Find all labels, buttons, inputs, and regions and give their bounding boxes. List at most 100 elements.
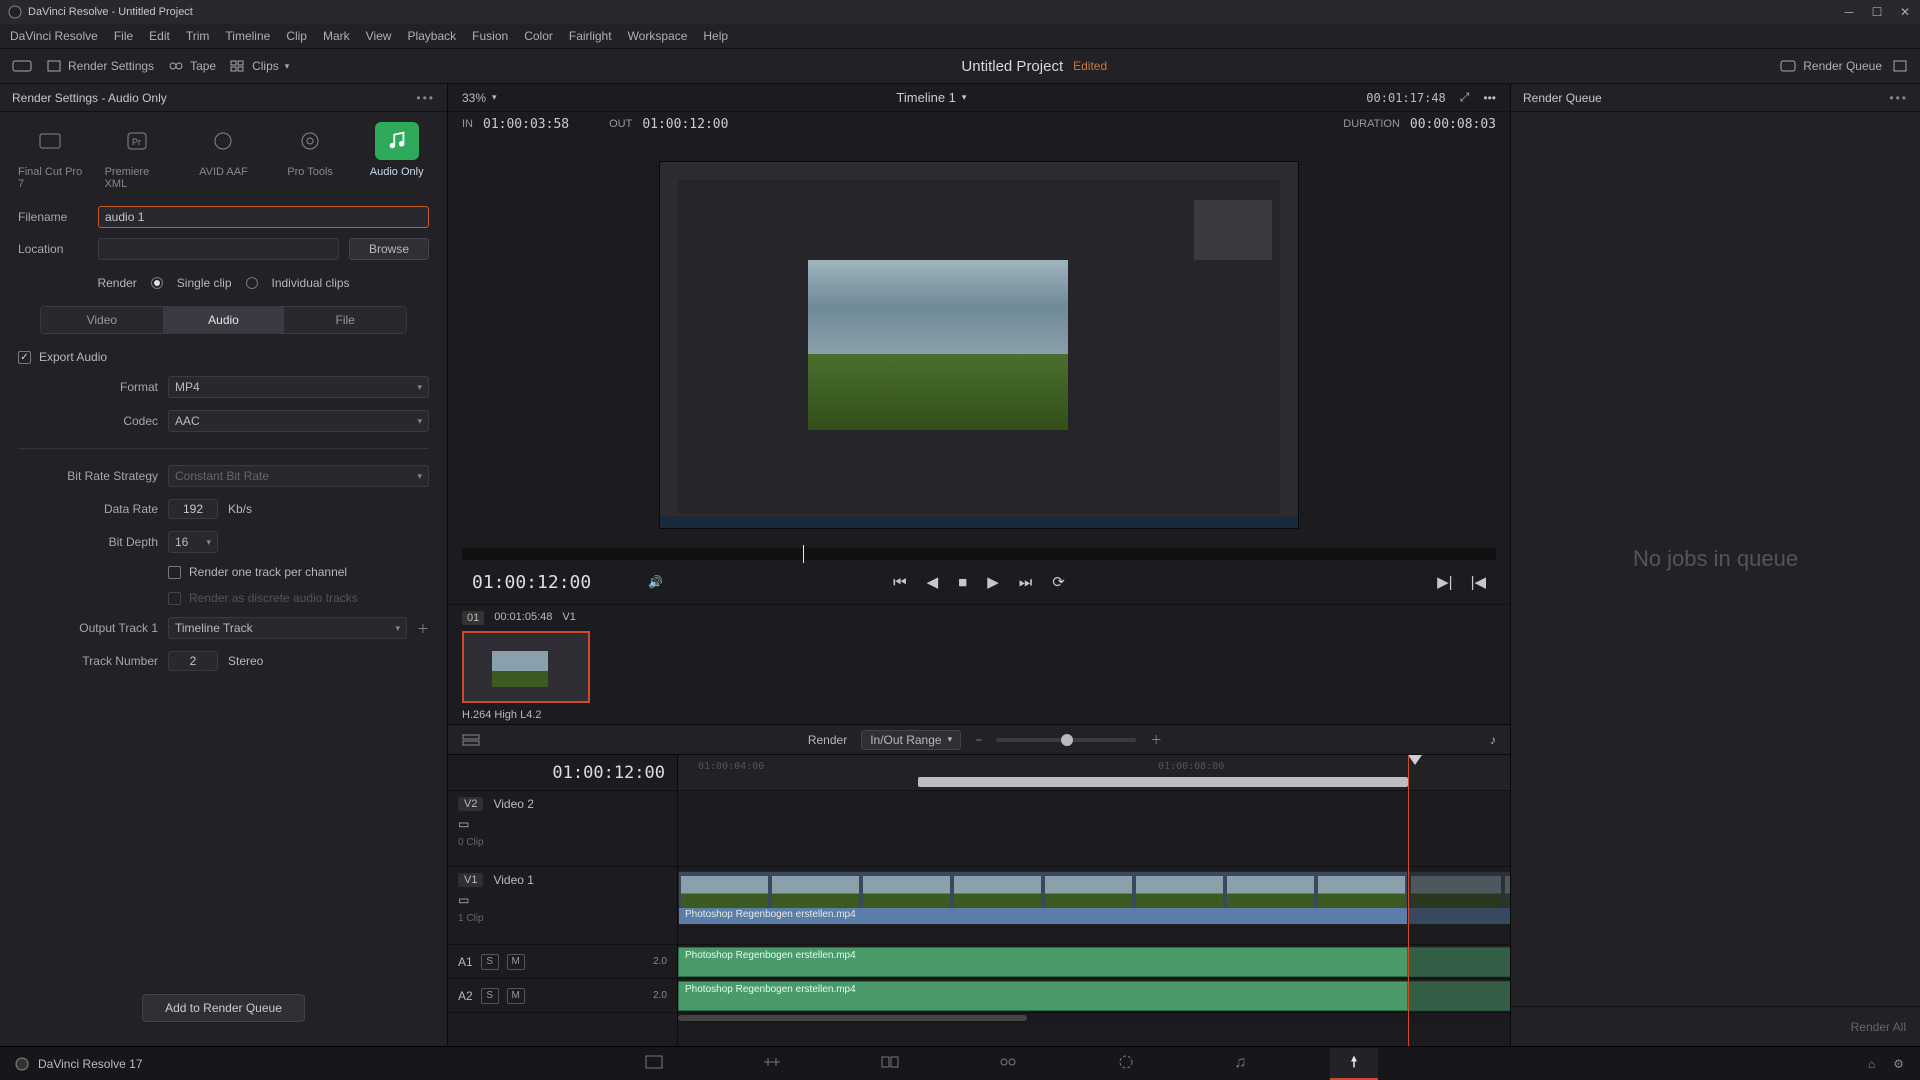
tape-button[interactable]: Tape (168, 59, 216, 73)
music-note-icon[interactable]: ♪ (1490, 733, 1496, 747)
menu-davinci[interactable]: DaVinci Resolve (10, 29, 98, 43)
track-lane-a1[interactable]: Photoshop Regenbogen erstellen.mp4 (678, 945, 1510, 979)
track-header-a1[interactable]: A1 S M 2.0 (448, 945, 677, 979)
video-clip[interactable]: Photoshop Regenbogen erstellen.mp4 (678, 871, 1408, 925)
stop-button[interactable]: ■ (958, 574, 967, 591)
zoom-in-icon[interactable]: ＋ (1150, 731, 1162, 748)
one-track-checkbox[interactable] (168, 566, 181, 579)
audio-clip-a1[interactable]: Photoshop Regenbogen erstellen.mp4 (678, 947, 1408, 977)
page-edit-icon[interactable] (866, 1048, 914, 1080)
menu-fairlight[interactable]: Fairlight (569, 29, 612, 43)
track-display-icon[interactable]: ▭ (458, 893, 667, 907)
speaker-icon[interactable]: 🔊 (648, 575, 663, 589)
viewer-scrubber[interactable] (462, 548, 1496, 560)
add-track-icon[interactable]: ＋ (417, 620, 429, 637)
clip-thumbnail[interactable] (462, 631, 590, 703)
menu-mark[interactable]: Mark (323, 29, 350, 43)
clips-button[interactable]: Clips ▾ (230, 59, 289, 73)
viewer-frame[interactable] (659, 161, 1299, 529)
single-clip-radio[interactable] (151, 277, 163, 289)
menu-fusion[interactable]: Fusion (472, 29, 508, 43)
preset-audioonly[interactable]: Audio Only (364, 122, 429, 190)
mute-button[interactable]: M (507, 988, 525, 1004)
first-frame-button[interactable]: ⏮ (893, 574, 907, 591)
timeline-view-icon[interactable] (462, 733, 480, 747)
prev-frame-button[interactable]: ◀ (927, 573, 939, 591)
preset-finalcut[interactable]: Final Cut Pro 7 (18, 122, 83, 190)
mute-button[interactable]: M (507, 954, 525, 970)
project-settings-icon[interactable]: ⚙ (1893, 1057, 1904, 1071)
tab-audio[interactable]: Audio (163, 307, 285, 333)
browse-button[interactable]: Browse (349, 238, 429, 260)
window-minimize-button[interactable]: ─ (1842, 5, 1856, 19)
zoom-dropdown[interactable]: 33%▾ (462, 91, 497, 105)
solo-button[interactable]: S (481, 988, 499, 1004)
menu-trim[interactable]: Trim (186, 29, 210, 43)
playhead-flag[interactable] (1408, 755, 1422, 765)
expand-icon[interactable] (1892, 59, 1908, 73)
viewer-expand-icon[interactable]: ⤢ (1460, 90, 1470, 105)
menu-timeline[interactable]: Timeline (225, 29, 270, 43)
track-lane-v1[interactable]: Photoshop Regenbogen erstellen.mp4 (678, 867, 1510, 945)
menu-clip[interactable]: Clip (286, 29, 307, 43)
menu-playback[interactable]: Playback (407, 29, 456, 43)
track-header-v1[interactable]: V1Video 1 ▭ 1 Clip (448, 867, 677, 945)
render-queue-menu-icon[interactable]: ••• (1889, 91, 1908, 105)
menu-color[interactable]: Color (524, 29, 553, 43)
bit-depth-select[interactable]: 16▾ (168, 531, 218, 553)
location-input[interactable] (98, 238, 339, 260)
tracks-area[interactable]: 01:00:04:00 01:00:08:00 01:00:12:00 Phot… (678, 755, 1510, 1046)
filename-input[interactable] (98, 206, 429, 228)
data-rate-input[interactable] (168, 499, 218, 519)
timeline-horizontal-scrollbar[interactable] (678, 1013, 1510, 1023)
prev-clip-button[interactable]: |◀ (1471, 573, 1486, 591)
render-range-select[interactable]: In/Out Range▾ (861, 730, 961, 750)
track-header-v2[interactable]: V2Video 2 ▭ 0 Clip (448, 791, 677, 867)
panel-menu-icon[interactable]: ••• (416, 91, 435, 105)
audio-clip-a2-outside[interactable] (1408, 981, 1510, 1011)
page-fairlight-icon[interactable]: ♫ (1220, 1048, 1260, 1080)
preset-avid[interactable]: AVID AAF (191, 122, 256, 190)
window-maximize-button[interactable]: ☐ (1870, 5, 1884, 19)
menu-file[interactable]: File (114, 29, 133, 43)
menu-view[interactable]: View (366, 29, 392, 43)
playhead[interactable] (1408, 755, 1409, 1046)
loop-button[interactable]: ⟳ (1052, 573, 1065, 591)
page-color-icon[interactable] (1102, 1048, 1150, 1080)
tab-file[interactable]: File (284, 307, 406, 333)
page-cut-icon[interactable] (748, 1048, 796, 1080)
next-frame-button[interactable]: ⏭ (1019, 574, 1033, 591)
window-close-button[interactable]: ✕ (1898, 5, 1912, 19)
timeline-name-dropdown[interactable]: Timeline 1▾ (896, 90, 966, 105)
page-media-icon[interactable] (630, 1048, 678, 1080)
preset-premiere[interactable]: PrPremiere XML (105, 122, 170, 190)
next-clip-button[interactable]: ▶| (1437, 573, 1452, 591)
add-to-render-queue-button[interactable]: Add to Render Queue (142, 994, 305, 1022)
preset-protools[interactable]: Pro Tools (278, 122, 343, 190)
page-fusion-icon[interactable] (984, 1048, 1032, 1080)
menu-help[interactable]: Help (703, 29, 728, 43)
tab-video[interactable]: Video (41, 307, 163, 333)
menu-edit[interactable]: Edit (149, 29, 170, 43)
individual-clips-radio[interactable] (246, 277, 258, 289)
format-select[interactable]: MP4▾ (168, 376, 429, 398)
timeline-ruler[interactable]: 01:00:04:00 01:00:08:00 01:00:12:00 (678, 755, 1510, 791)
viewer-menu-icon[interactable]: ••• (1483, 91, 1496, 105)
export-audio-checkbox[interactable] (18, 351, 31, 364)
video-clip-outside[interactable] (1408, 871, 1510, 925)
track-lane-v2[interactable] (678, 791, 1510, 867)
track-number-input[interactable] (168, 651, 218, 671)
zoom-out-icon[interactable]: − (975, 733, 982, 747)
track-header-a2[interactable]: A2 S M 2.0 (448, 979, 677, 1013)
zoom-slider[interactable] (996, 738, 1136, 742)
track-lane-a2[interactable]: Photoshop Regenbogen erstellen.mp4 (678, 979, 1510, 1013)
output-track-select[interactable]: Timeline Track▾ (168, 617, 407, 639)
play-button[interactable]: ▶ (987, 573, 999, 591)
track-display-icon[interactable]: ▭ (458, 817, 667, 831)
audio-clip-a1-outside[interactable] (1408, 947, 1510, 977)
menu-workspace[interactable]: Workspace (628, 29, 688, 43)
audio-clip-a2[interactable]: Photoshop Regenbogen erstellen.mp4 (678, 981, 1408, 1011)
codec-select[interactable]: AAC▾ (168, 410, 429, 432)
home-icon[interactable]: ⌂ (1868, 1057, 1875, 1071)
page-deliver-icon[interactable] (1330, 1048, 1378, 1080)
